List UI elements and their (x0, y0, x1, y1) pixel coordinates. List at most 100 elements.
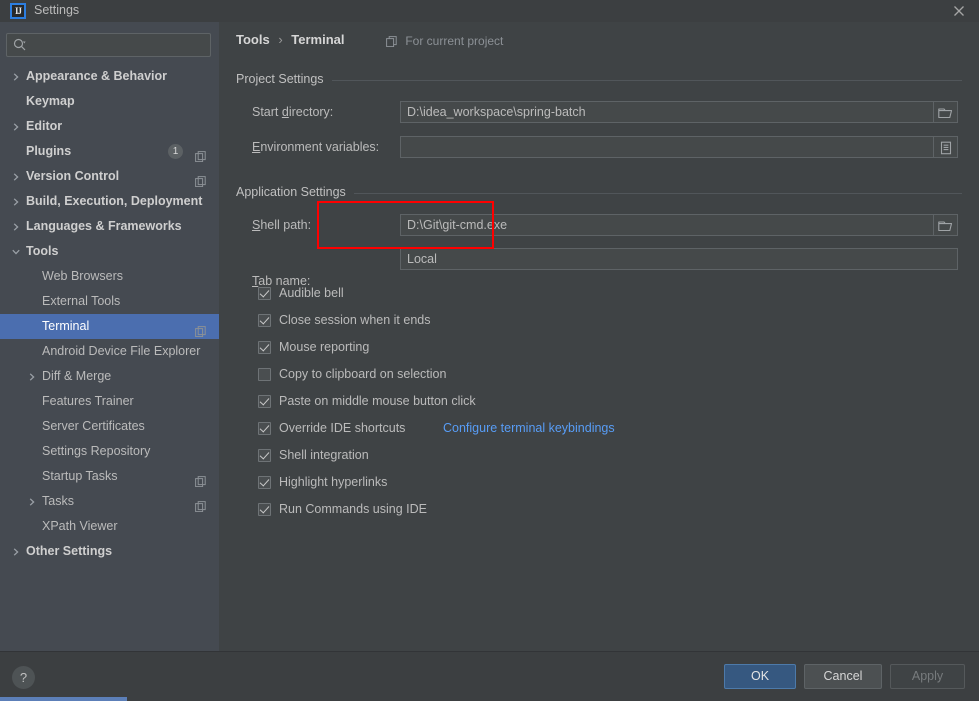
checkbox-indicator[interactable] (258, 476, 271, 489)
sidebar-item-label: Settings Repository (42, 444, 151, 458)
sidebar-item-editor[interactable]: Editor (0, 114, 219, 139)
sidebar-item-badge: 1 (168, 144, 183, 159)
checkbox-label: Paste on middle mouse button click (279, 394, 476, 408)
checkbox-indicator[interactable] (258, 395, 271, 408)
sidebar-item-diff-merge[interactable]: Diff & Merge (0, 364, 219, 389)
sidebar-item-tools[interactable]: Tools (0, 239, 219, 264)
group-application-settings-title: Application Settings (236, 185, 354, 199)
sidebar-item-android-device-file-explorer[interactable]: Android Device File Explorer (0, 339, 219, 364)
sidebar-item-plugins[interactable]: Plugins 1 (0, 139, 219, 164)
checkbox-indicator[interactable] (258, 503, 271, 516)
sidebar-item-features-trainer[interactable]: Features Trainer (0, 389, 219, 414)
sidebar-item-label: Build, Execution, Deployment (26, 194, 203, 208)
settings-dialog: IJ Settings Appearance & Behavior Keymap E… (0, 0, 979, 701)
close-icon[interactable] (951, 3, 967, 19)
taskbar-edge (0, 697, 127, 701)
settings-main-panel: Tools › Terminal For current project Pro… (219, 22, 979, 651)
configure-terminal-keybindings-link[interactable]: Configure terminal keybindings (443, 421, 615, 435)
sidebar-item-label: Appearance & Behavior (26, 69, 168, 83)
label-text: nvironment variables: (260, 140, 380, 154)
sidebar-item-label: Terminal (42, 319, 90, 333)
sidebar-item-languages-frameworks[interactable]: Languages & Frameworks (0, 214, 219, 239)
sidebar-item-label: Other Settings (26, 544, 113, 558)
settings-tree: Appearance & Behavior Keymap Editor Plugins… (0, 64, 219, 651)
breadcrumb: Tools › Terminal (236, 32, 345, 47)
sidebar-item-startup-tasks[interactable]: Startup Tasks (0, 464, 219, 489)
chevron-right-icon[interactable] (10, 539, 22, 564)
sidebar-item-label: Android Device File Explorer (42, 344, 201, 358)
tab-name-field[interactable]: Local (400, 248, 958, 270)
chevron-right-icon[interactable] (10, 114, 22, 139)
environment-variables-label: Environment variables: (252, 140, 379, 154)
label-text: hell path: (260, 218, 312, 232)
sidebar-item-label: Keymap (26, 94, 75, 108)
checkbox-label: Mouse reporting (279, 340, 370, 354)
checkbox-indicator[interactable] (258, 287, 271, 300)
checkbox-label: Highlight hyperlinks (279, 475, 388, 489)
sidebar-item-label: Editor (26, 119, 63, 133)
sidebar-item-label: Tools (26, 244, 59, 258)
window-title: Settings (34, 3, 80, 17)
sidebar-item-terminal[interactable]: Terminal (0, 314, 219, 339)
shell-path-browse-button[interactable] (934, 214, 958, 236)
sidebar-item-label: External Tools (42, 294, 121, 308)
environment-variables-edit-button[interactable] (934, 136, 958, 158)
project-scope-icon (386, 36, 397, 50)
checkbox-indicator[interactable] (258, 314, 271, 327)
label-text: irectory: (288, 105, 334, 119)
ok-button[interactable]: OK (724, 664, 796, 689)
chevron-right-icon[interactable] (10, 214, 22, 239)
chevron-right-icon[interactable] (26, 364, 38, 389)
chevron-right-icon[interactable] (10, 189, 22, 214)
apply-button[interactable]: Apply (890, 664, 965, 689)
chevron-right-icon[interactable] (10, 64, 22, 89)
sidebar-item-label: Diff & Merge (42, 369, 112, 383)
group-divider (236, 80, 962, 81)
title-bar: IJ Settings (0, 0, 979, 22)
sidebar-item-tasks[interactable]: Tasks (0, 489, 219, 514)
sidebar-item-label: Startup Tasks (42, 469, 118, 483)
search-box[interactable] (6, 33, 211, 57)
checkbox-label: Run Commands using IDE (279, 502, 427, 516)
checkbox-indicator[interactable] (258, 422, 271, 435)
sidebar-item-label: Plugins (26, 144, 72, 158)
start-directory-field[interactable]: D:\idea_workspace\spring-batch (400, 101, 934, 123)
chevron-right-icon[interactable] (26, 489, 38, 514)
checkbox-label: Override IDE shortcuts (279, 421, 406, 435)
chevron-right-icon[interactable] (10, 164, 22, 189)
for-current-project-note: For current project (386, 34, 503, 50)
search-input[interactable] (6, 33, 211, 57)
sidebar-item-label: Tasks (42, 494, 74, 508)
help-button[interactable]: ? (12, 666, 35, 689)
sidebar-item-keymap[interactable]: Keymap (0, 89, 219, 114)
for-current-project-label: For current project (405, 34, 504, 48)
checkbox-indicator[interactable] (258, 449, 271, 462)
label-text: Start (252, 105, 282, 119)
group-project-settings: Project Settings (236, 72, 962, 86)
checkbox-indicator[interactable] (258, 341, 271, 354)
sidebar-item-settings-repository[interactable]: Settings Repository (0, 439, 219, 464)
checkbox-label: Close session when it ends (279, 313, 431, 327)
label-mnemonic: d (281, 105, 289, 119)
sidebar-item-other-settings[interactable]: Other Settings (0, 539, 219, 564)
sidebar-item-web-browsers[interactable]: Web Browsers (0, 264, 219, 289)
sidebar-item-label: Web Browsers (42, 269, 124, 283)
shell-path-field[interactable]: D:\Git\git-cmd.exe (400, 214, 934, 236)
chevron-down-icon[interactable] (10, 239, 22, 264)
sidebar-item-build-execution-deployment[interactable]: Build, Execution, Deployment (0, 189, 219, 214)
cancel-button[interactable]: Cancel (804, 664, 882, 689)
sidebar-item-version-control[interactable]: Version Control (0, 164, 219, 189)
checkbox-indicator[interactable] (258, 368, 271, 381)
sidebar-item-appearance-behavior[interactable]: Appearance & Behavior (0, 64, 219, 89)
breadcrumb-current: Terminal (291, 32, 345, 47)
sidebar-item-server-certificates[interactable]: Server Certificates (0, 414, 219, 439)
environment-variables-field[interactable] (400, 136, 934, 158)
start-directory-browse-button[interactable] (934, 101, 958, 123)
settings-sidebar: Appearance & Behavior Keymap Editor Plugins… (0, 22, 219, 651)
sidebar-item-label: Features Trainer (42, 394, 134, 408)
sidebar-item-xpath-viewer[interactable]: XPath Viewer (0, 514, 219, 539)
sidebar-item-label: Languages & Frameworks (26, 219, 182, 233)
sidebar-item-label: Version Control (26, 169, 120, 183)
breadcrumb-parent[interactable]: Tools (236, 32, 270, 47)
sidebar-item-external-tools[interactable]: External Tools (0, 289, 219, 314)
